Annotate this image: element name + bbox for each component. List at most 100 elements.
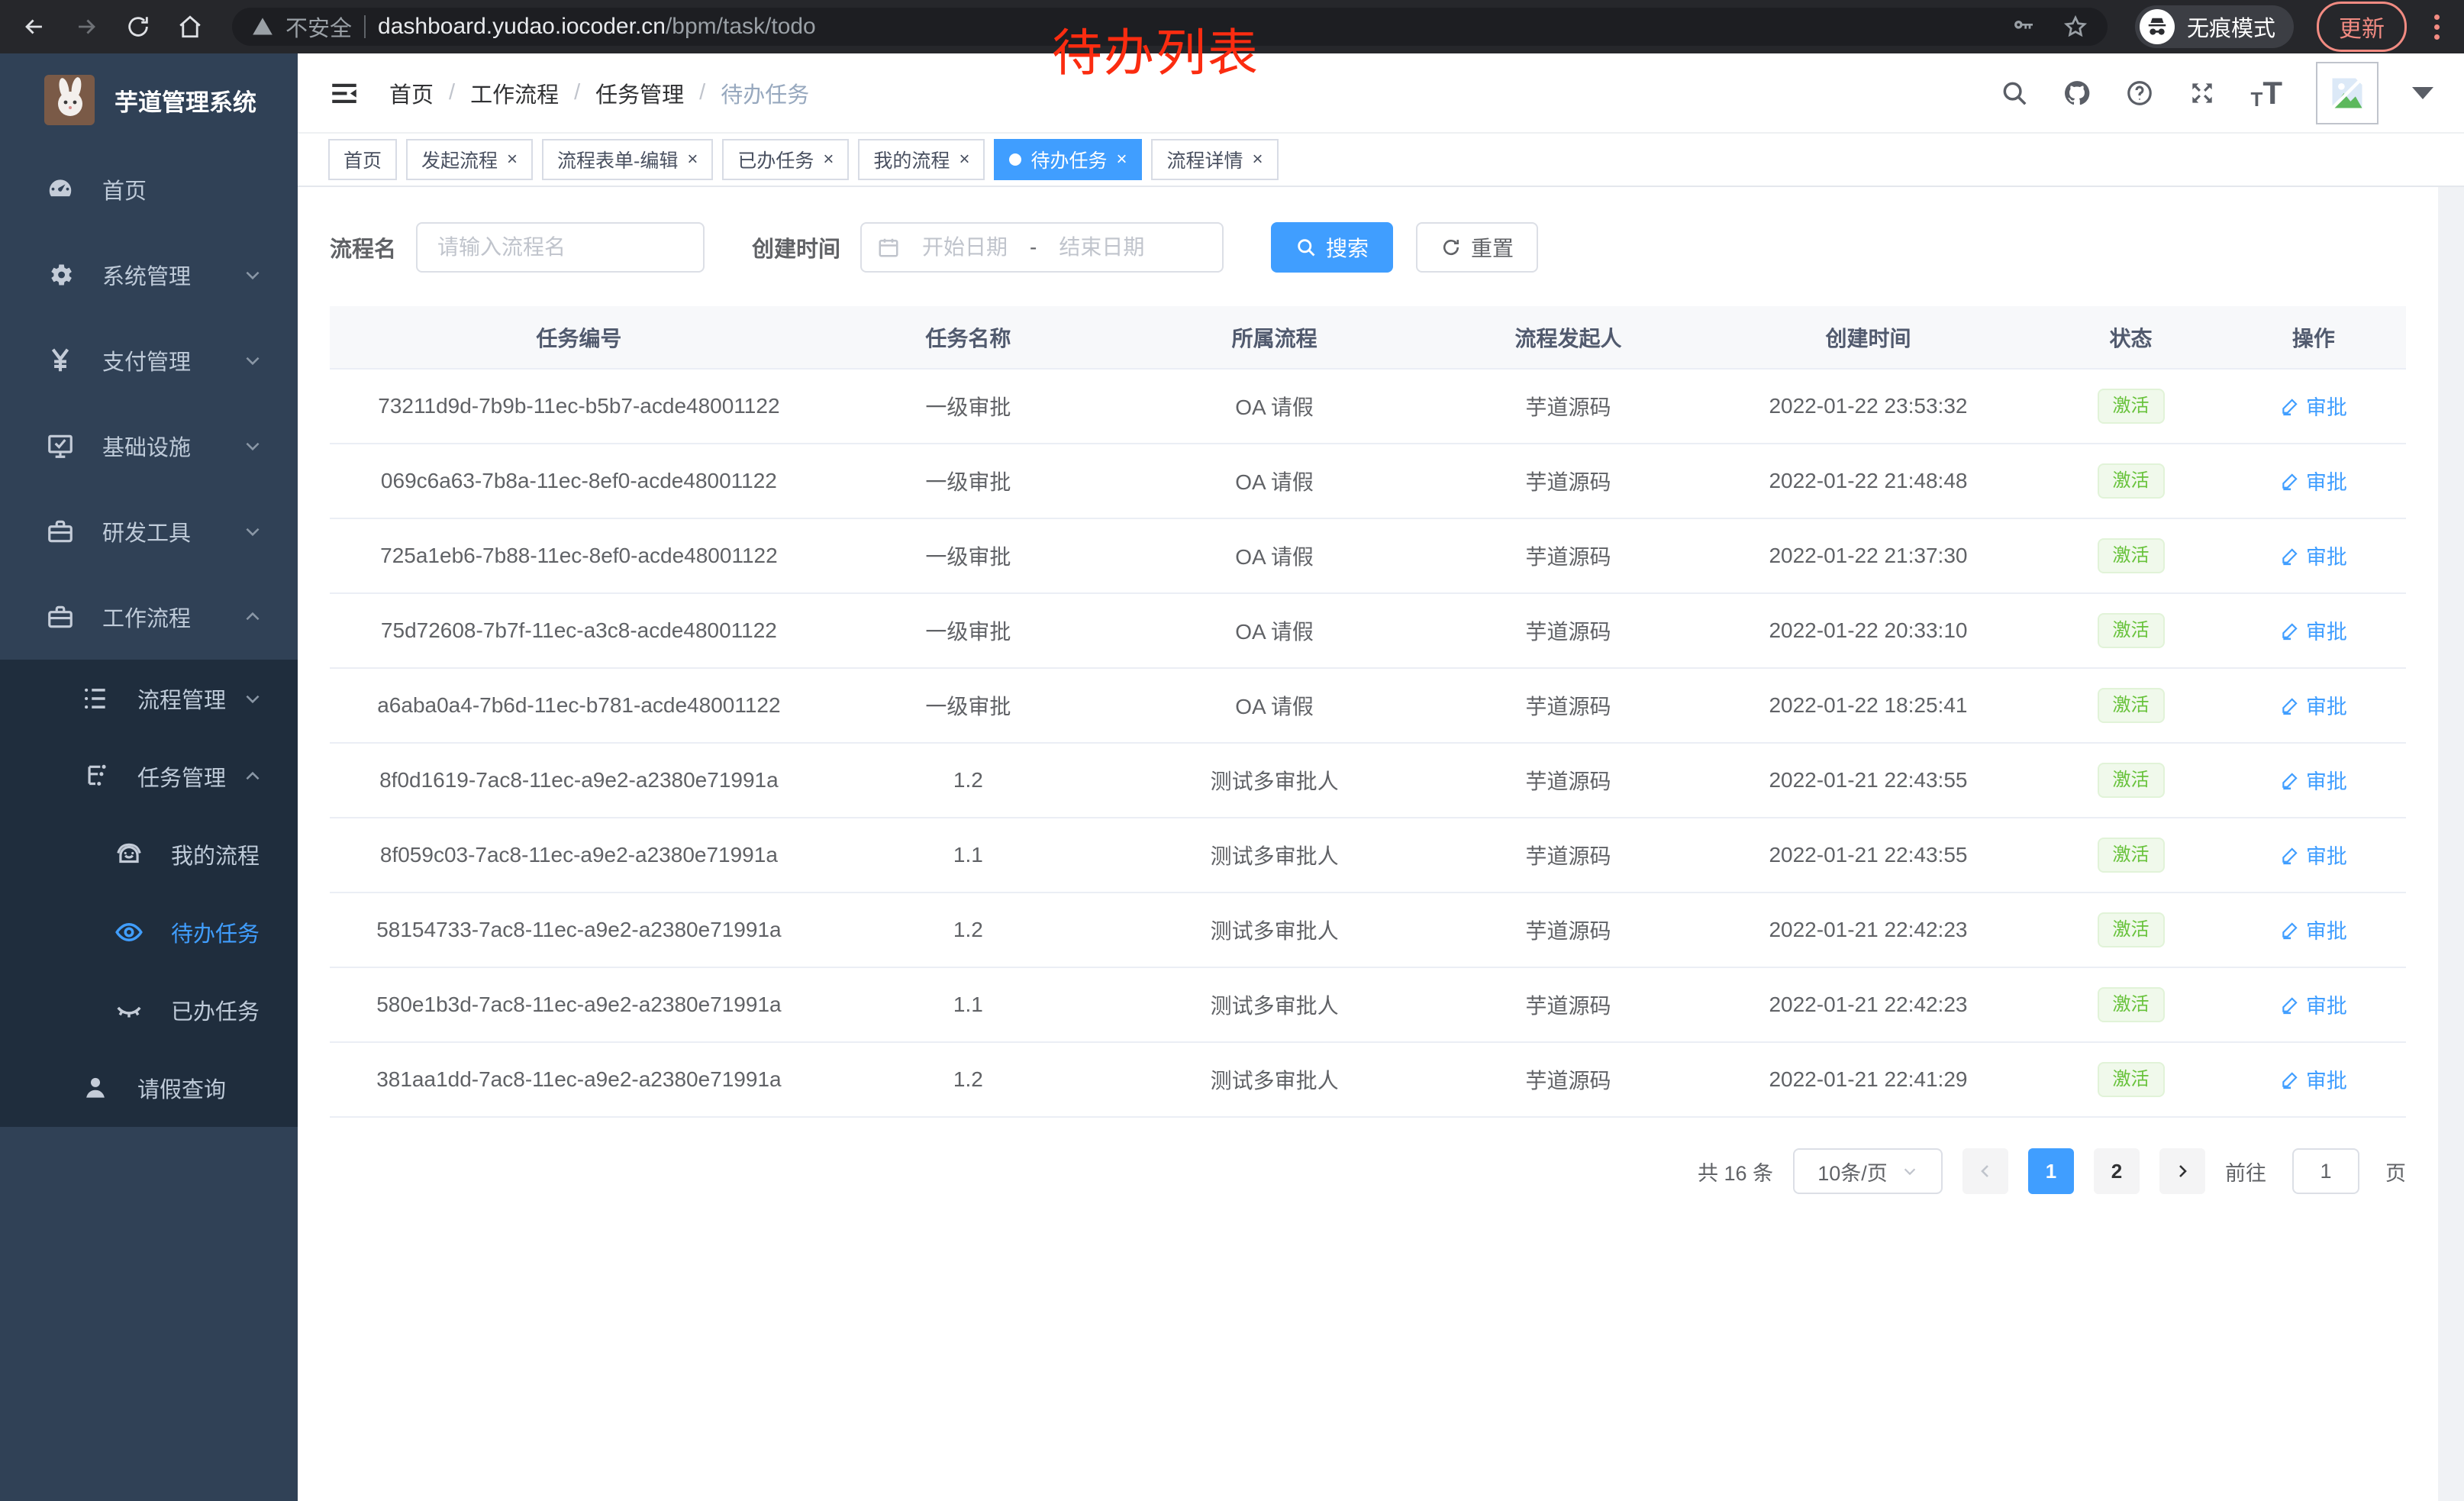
key-icon[interactable] [2011, 15, 2036, 39]
prev-page-button[interactable] [1962, 1148, 2008, 1194]
next-page-button[interactable] [2159, 1148, 2205, 1194]
search-icon[interactable] [2000, 79, 2029, 108]
reset-button[interactable]: 重置 [1416, 222, 1538, 273]
cell-status: 激活 [2040, 369, 2221, 444]
page-button-2[interactable]: 2 [2094, 1148, 2140, 1194]
avatar-caret-icon[interactable] [2412, 87, 2433, 99]
status-badge: 激活 [2098, 538, 2165, 573]
breadcrumb-current: 待办任务 [721, 77, 809, 109]
cell-process: OA 请假 [1108, 369, 1440, 444]
close-icon[interactable]: × [1253, 150, 1263, 169]
browser-menu-icon[interactable] [2430, 11, 2444, 43]
approve-link[interactable]: 审批 [2280, 690, 2347, 720]
sidebar-item-my-process[interactable]: 我的流程 [0, 815, 298, 893]
sidebar-item-workflow[interactable]: 工作流程 [0, 574, 298, 660]
search-button[interactable]: 搜索 [1271, 222, 1393, 273]
cell-actions: 审批 [2221, 518, 2406, 593]
back-icon[interactable] [20, 12, 49, 41]
tab-my-process[interactable]: 我的流程 × [858, 139, 985, 180]
status-badge: 激活 [2098, 1062, 2165, 1097]
bookmark-star-icon[interactable] [2063, 15, 2088, 39]
fullscreen-icon[interactable] [2188, 79, 2217, 108]
cell-created: 2022-01-22 21:37:30 [1696, 518, 2041, 593]
table-row: 73211d9d-7b9b-11ec-b5b7-acde48001122 一级审… [330, 369, 2406, 444]
approve-link[interactable]: 审批 [2280, 840, 2347, 870]
tab-process-detail[interactable]: 流程详情 × [1151, 139, 1278, 180]
app-logo-row[interactable]: 芋道管理系统 [0, 53, 298, 147]
tab-home[interactable]: 首页 [328, 139, 397, 180]
approve-link[interactable]: 审批 [2280, 989, 2347, 1019]
tab-form-edit[interactable]: 流程表单-编辑 × [542, 139, 713, 180]
sidebar-item-todo-task[interactable]: 待办任务 [0, 893, 298, 971]
close-icon[interactable]: × [507, 150, 518, 169]
close-icon[interactable]: × [687, 150, 698, 169]
start-date-input[interactable] [908, 235, 1022, 260]
help-icon[interactable] [2125, 79, 2154, 108]
approve-link[interactable]: 审批 [2280, 466, 2347, 495]
tab-label: 我的流程 [873, 146, 950, 173]
tab-label: 流程详情 [1166, 146, 1243, 173]
avatar[interactable] [2316, 62, 2379, 124]
sidebar-item-home[interactable]: 首页 [0, 147, 298, 232]
filter-form: 流程名 创建时间 - 搜索 [330, 222, 2406, 273]
approve-link[interactable]: 审批 [2280, 615, 2347, 645]
page-size-select[interactable]: 10条/页 [1793, 1148, 1943, 1194]
cell-task-id: 069c6a63-7b8a-11ec-8ef0-acde48001122 [330, 444, 828, 518]
close-icon[interactable]: × [959, 150, 969, 169]
close-icon[interactable]: × [823, 150, 834, 169]
approve-link[interactable]: 审批 [2280, 391, 2347, 421]
process-name-input[interactable] [416, 222, 705, 273]
page-button-1[interactable]: 1 [2028, 1148, 2074, 1194]
approve-link[interactable]: 审批 [2280, 765, 2347, 795]
url-text[interactable]: dashboard.yudao.iocoder.cn/bpm/task/todo [378, 14, 816, 40]
cell-task-name: 一级审批 [828, 668, 1108, 743]
sidebar-item-pay[interactable]: 支付管理 [0, 318, 298, 403]
close-icon[interactable]: × [1116, 150, 1127, 169]
reload-icon[interactable] [124, 12, 153, 41]
cell-actions: 审批 [2221, 893, 2406, 967]
search-icon [1295, 237, 1317, 258]
github-icon[interactable] [2062, 79, 2091, 108]
sidebar-item-devtools[interactable]: 研发工具 [0, 489, 298, 574]
sidebar-item-label: 支付管理 [102, 344, 191, 376]
breadcrumb-home[interactable]: 首页 [389, 77, 434, 109]
sidebar-item-label: 系统管理 [102, 259, 191, 291]
reset-button-label: 重置 [1471, 232, 1514, 263]
sidebar-item-leave-query[interactable]: 请假查询 [0, 1049, 298, 1127]
address-bar[interactable]: 不安全 dashboard.yudao.iocoder.cn/bpm/task/… [232, 8, 2108, 46]
breadcrumb-workflow[interactable]: 工作流程 [470, 77, 559, 109]
security-warning-icon[interactable] [252, 16, 273, 37]
breadcrumb-task-mgmt[interactable]: 任务管理 [595, 77, 684, 109]
table-row: 381aa1dd-7ac8-11ec-a9e2-a2380e71991a 1.2… [330, 1042, 2406, 1117]
forward-icon[interactable] [72, 12, 101, 41]
sidebar-item-process-mgmt[interactable]: 流程管理 [0, 660, 298, 738]
security-warning-label[interactable]: 不安全 [285, 11, 352, 43]
approve-link[interactable]: 审批 [2280, 541, 2347, 570]
yen-icon [44, 346, 76, 375]
goto-page-input[interactable] [2292, 1148, 2359, 1194]
sidebar-item-system[interactable]: 系统管理 [0, 232, 298, 318]
cell-process: OA 请假 [1108, 444, 1440, 518]
sidebar-collapse-icon[interactable] [328, 77, 360, 109]
sidebar-item-done-task[interactable]: 已办任务 [0, 971, 298, 1049]
end-date-input[interactable] [1044, 235, 1159, 260]
sidebar-item-infra[interactable]: 基础设施 [0, 403, 298, 489]
tab-start-process[interactable]: 发起流程 × [406, 139, 533, 180]
cell-task-id: 381aa1dd-7ac8-11ec-a9e2-a2380e71991a [330, 1042, 828, 1117]
incognito-icon [2140, 9, 2175, 44]
tab-todo-task-active[interactable]: 待办任务 × [994, 139, 1142, 180]
approve-link-label: 审批 [2306, 466, 2347, 495]
tab-done-task[interactable]: 已办任务 × [722, 139, 849, 180]
font-size-icon[interactable]: TT [2250, 77, 2282, 109]
chrome-update-button[interactable]: 更新 [2317, 2, 2407, 52]
date-range-picker[interactable]: - [860, 222, 1224, 273]
approve-link[interactable]: 审批 [2280, 915, 2347, 944]
sidebar-item-task-mgmt[interactable]: 任务管理 [0, 738, 298, 815]
chevron-up-icon [243, 767, 263, 786]
cell-process: OA 请假 [1108, 593, 1440, 668]
approve-link[interactable]: 审批 [2280, 1064, 2347, 1094]
tab-label: 发起流程 [421, 146, 498, 173]
cell-actions: 审批 [2221, 369, 2406, 444]
home-icon[interactable] [176, 12, 205, 41]
cell-task-name: 1.2 [828, 893, 1108, 967]
